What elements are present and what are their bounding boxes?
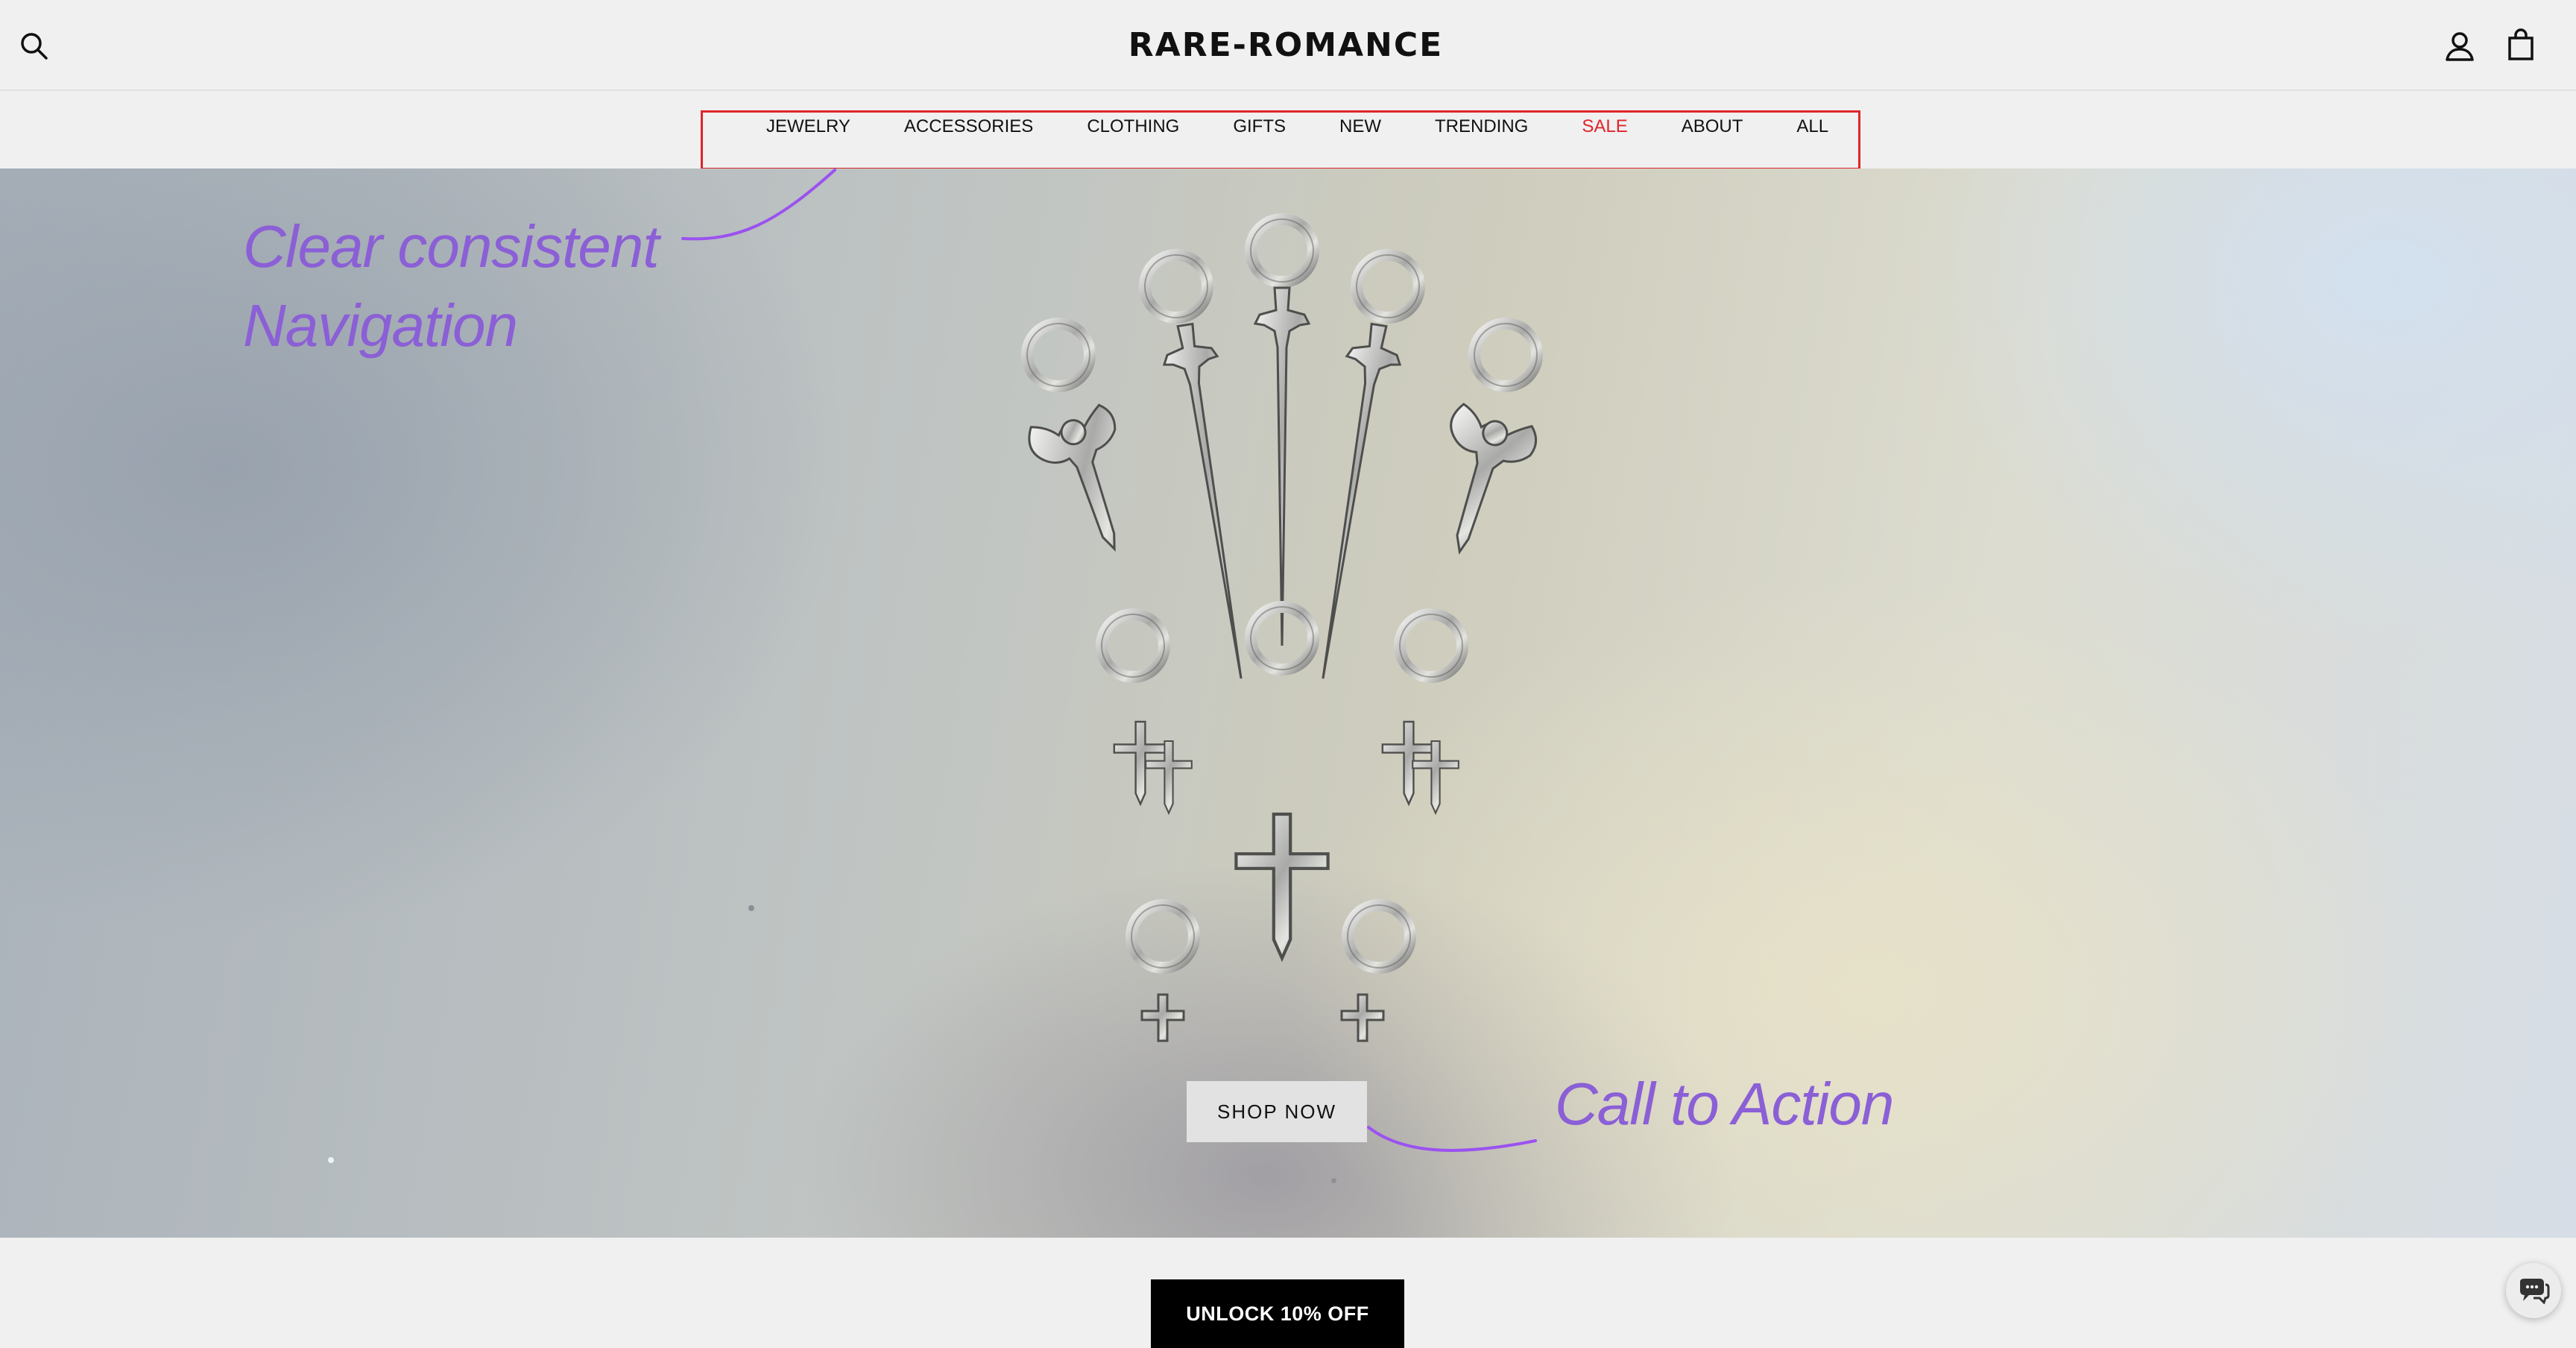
shop-now-button[interactable]: SHOP NOW: [1187, 1081, 1367, 1142]
hero-banner: Clear consistent Navigation SHOP NOW Cal…: [0, 168, 2576, 1238]
nav-item-accessories[interactable]: ACCESSORIES: [904, 116, 1033, 137]
nav-item-gifts[interactable]: GIFTS: [1233, 116, 1286, 137]
main-navigation: JEWELRY ACCESSORIES CLOTHING GIFTS NEW T…: [730, 116, 1828, 137]
nav-item-trending[interactable]: TRENDING: [1435, 116, 1528, 137]
user-icon[interactable]: [2439, 25, 2481, 67]
site-logo[interactable]: RARE-ROMANCE: [1029, 22, 1543, 67]
nav-item-all[interactable]: ALL: [1796, 116, 1828, 137]
chat-icon[interactable]: [2506, 1263, 2561, 1318]
site-header: RARE-ROMANCE: [0, 0, 2576, 91]
speck: [328, 1157, 334, 1163]
annotation-navigation: Clear consistent Navigation: [243, 207, 660, 365]
search-icon[interactable]: [15, 27, 54, 66]
annotation-navigation-line2: Navigation: [243, 292, 518, 359]
hero-jewelry-image: [984, 191, 1580, 1042]
annotation-navigation-line1: Clear consistent: [243, 213, 660, 280]
nav-item-about[interactable]: ABOUT: [1682, 116, 1743, 137]
speck: [748, 905, 754, 911]
bag-icon[interactable]: [2500, 24, 2542, 66]
nav-item-jewelry[interactable]: JEWELRY: [766, 116, 850, 137]
nav-item-new[interactable]: NEW: [1339, 116, 1381, 137]
nav-item-clothing[interactable]: CLOTHING: [1087, 116, 1179, 137]
unlock-discount-button[interactable]: UNLOCK 10% OFF: [1151, 1279, 1404, 1348]
annotation-call-to-action: Call to Action: [1555, 1071, 1894, 1137]
nav-item-sale[interactable]: SALE: [1582, 116, 1627, 137]
main-navigation-bar: JEWELRY ACCESSORIES CLOTHING GIFTS NEW T…: [0, 92, 2576, 170]
